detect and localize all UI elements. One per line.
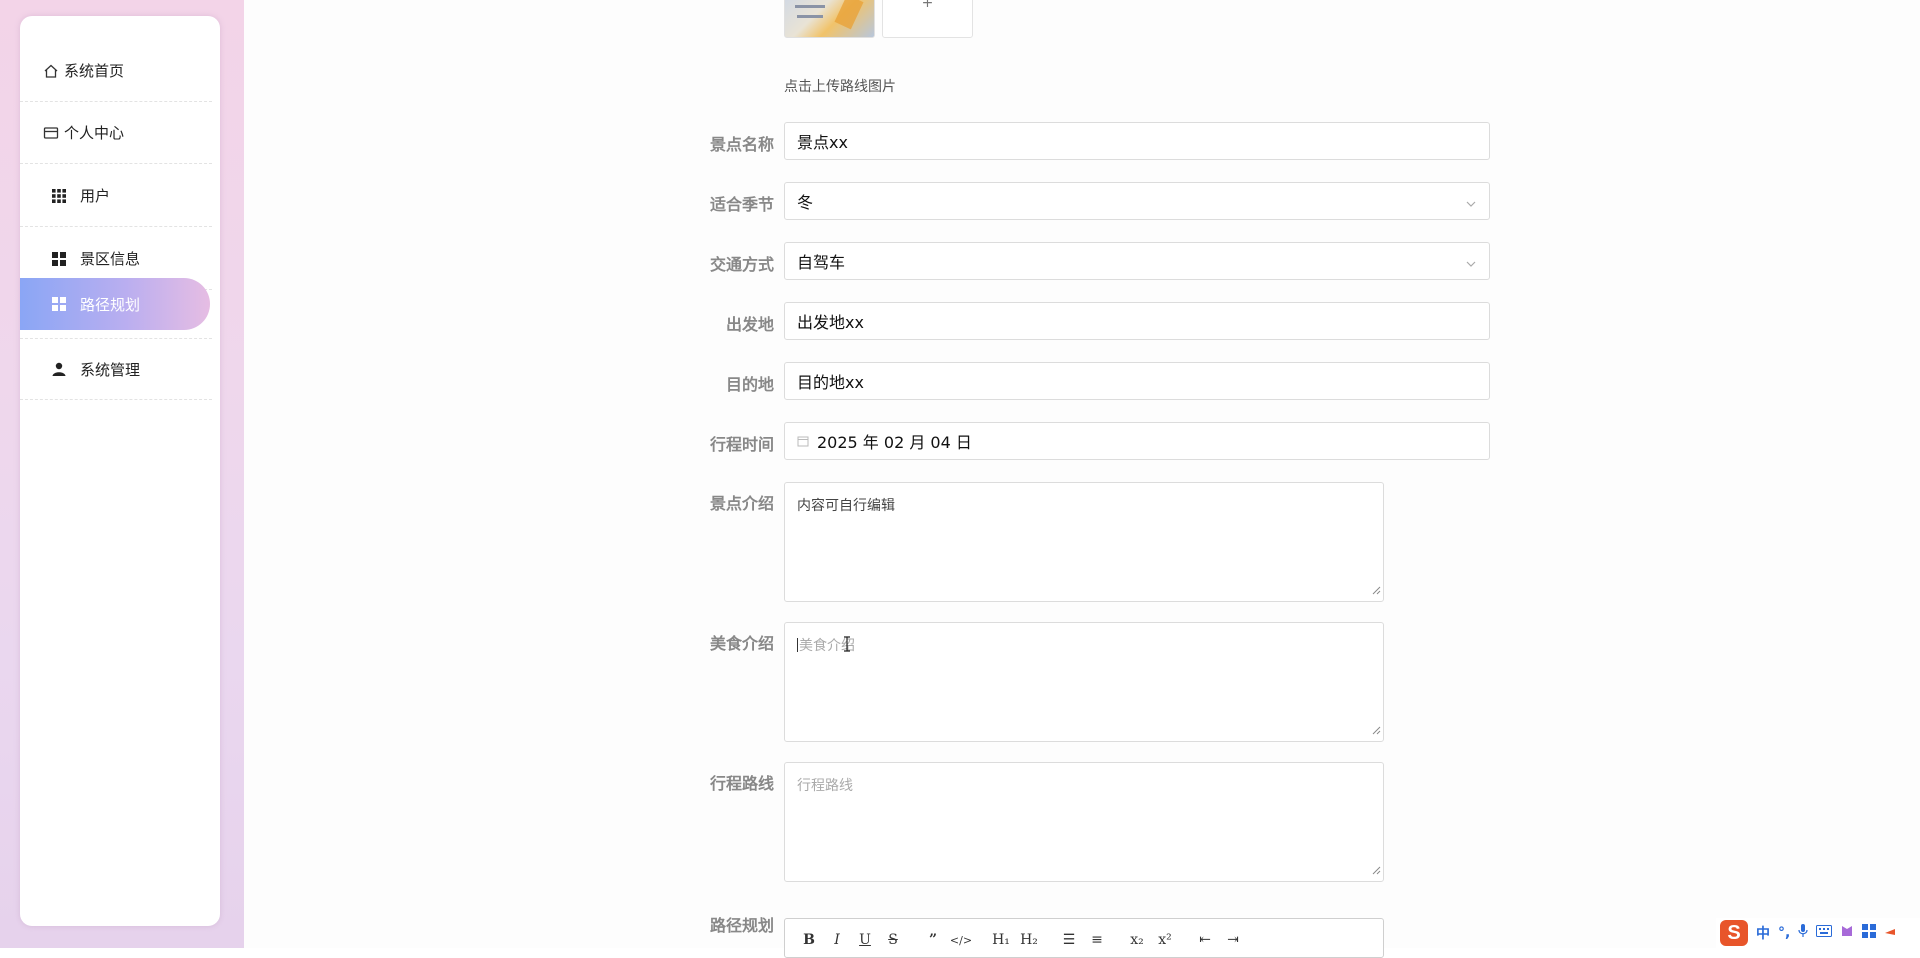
field-label: 景点名称 bbox=[654, 131, 774, 155]
upload-hint: 点击上传路线图片 bbox=[784, 76, 896, 96]
field-label: 行程路线 bbox=[654, 770, 774, 794]
sidebar-item-label: 系统管理 bbox=[80, 359, 140, 380]
main-content: + 点击上传路线图片 景点名称 景点xx 适合季节 冬 交通方式 自驾车 出发地 bbox=[244, 0, 1920, 948]
rich-text-toolbar: B I U S ” </> H₁ H₂ ☰ ≡ x₂ x² ⇤ ⇥ bbox=[784, 918, 1384, 958]
input-value: 目的地xx bbox=[797, 369, 864, 393]
subscript-button[interactable]: x₂ bbox=[1125, 931, 1149, 949]
more-icon[interactable] bbox=[1884, 925, 1896, 941]
bold-button[interactable]: B bbox=[797, 931, 821, 949]
sidebar-item-label: 路径规划 bbox=[80, 294, 140, 315]
user-icon bbox=[50, 360, 68, 378]
keyboard-icon[interactable] bbox=[1816, 925, 1832, 941]
sogou-logo-icon[interactable]: S bbox=[1720, 920, 1748, 946]
chevron-down-icon bbox=[1465, 255, 1477, 274]
plus-icon: + bbox=[922, 0, 934, 11]
italic-button[interactable]: I bbox=[825, 931, 849, 949]
field-label: 景点介绍 bbox=[654, 490, 774, 514]
bullet-list-button[interactable]: ≡ bbox=[1085, 931, 1109, 949]
ime-toolbar[interactable]: S 中 °, bbox=[1716, 918, 1920, 948]
sidebar-item-system-admin[interactable]: 系统管理 bbox=[20, 338, 212, 400]
trip-time-datepicker[interactable]: 2025 年 02 月 04 日 bbox=[784, 422, 1490, 460]
sidebar-item-home[interactable]: 系统首页 bbox=[20, 40, 212, 102]
trip-route-textarea[interactable]: 行程路线 bbox=[784, 762, 1384, 882]
resize-handle-icon[interactable] bbox=[1371, 583, 1381, 599]
grid-icon bbox=[50, 187, 68, 205]
food-intro-textarea[interactable]: 美食介绍 bbox=[784, 622, 1384, 742]
sidebar-item-label: 个人中心 bbox=[64, 122, 124, 143]
transport-select[interactable]: 自驾车 bbox=[784, 242, 1490, 280]
field-label: 出发地 bbox=[654, 311, 774, 335]
input-value: 景点xx bbox=[797, 129, 848, 153]
upload-add-button[interactable]: + bbox=[882, 0, 973, 38]
apps-icon bbox=[50, 250, 68, 268]
h2-button[interactable]: H₂ bbox=[1017, 931, 1041, 949]
scenic-name-input[interactable]: 景点xx bbox=[784, 122, 1490, 160]
punctuation-icon[interactable]: °, bbox=[1778, 925, 1790, 941]
select-value: 冬 bbox=[797, 189, 813, 213]
date-value: 2025 年 02 月 04 日 bbox=[817, 429, 972, 453]
code-button[interactable]: </> bbox=[949, 931, 973, 949]
quote-button[interactable]: ” bbox=[921, 931, 945, 949]
field-label: 交通方式 bbox=[654, 251, 774, 275]
text-caret bbox=[797, 638, 798, 652]
sidebar-item-profile[interactable]: 个人中心 bbox=[20, 102, 212, 164]
sidebar-item-label: 景区信息 bbox=[80, 248, 140, 269]
ibeam-cursor-icon bbox=[843, 636, 851, 656]
sidebar-item-route-planning[interactable]: 路径规划 bbox=[20, 278, 210, 330]
microphone-icon[interactable] bbox=[1798, 924, 1808, 942]
resize-handle-icon[interactable] bbox=[1371, 723, 1381, 739]
indent-button[interactable]: ⇥ bbox=[1221, 931, 1245, 949]
calendar-icon bbox=[797, 432, 809, 451]
textarea-value: 内容可自行编辑 bbox=[797, 498, 895, 514]
field-label: 适合季节 bbox=[654, 191, 774, 215]
scenic-intro-textarea[interactable]: 内容可自行编辑 bbox=[784, 482, 1384, 602]
resize-handle-icon[interactable] bbox=[1371, 863, 1381, 879]
field-label: 行程时间 bbox=[654, 431, 774, 455]
sidebar-item-label: 系统首页 bbox=[64, 60, 124, 81]
skin-icon[interactable] bbox=[1840, 924, 1854, 942]
season-select[interactable]: 冬 bbox=[784, 182, 1490, 220]
sidebar: 系统首页 个人中心 用户 景区信息 路径规划 系统管理 bbox=[20, 16, 220, 926]
field-label: 路径规划 bbox=[654, 912, 774, 936]
apps-icon bbox=[50, 295, 68, 313]
outdent-button[interactable]: ⇤ bbox=[1193, 931, 1217, 949]
underline-button[interactable]: U bbox=[853, 931, 877, 949]
sidebar-item-users[interactable]: 用户 bbox=[20, 165, 212, 227]
input-value: 出发地xx bbox=[797, 309, 864, 333]
route-image-thumbnail[interactable] bbox=[784, 0, 875, 38]
home-icon bbox=[42, 62, 60, 80]
field-label: 目的地 bbox=[654, 371, 774, 395]
toolbox-icon[interactable] bbox=[1862, 924, 1876, 942]
textarea-placeholder: 行程路线 bbox=[797, 778, 853, 794]
destination-input[interactable]: 目的地xx bbox=[784, 362, 1490, 400]
sidebar-item-label: 用户 bbox=[80, 185, 110, 206]
superscript-button[interactable]: x² bbox=[1153, 931, 1177, 949]
departure-input[interactable]: 出发地xx bbox=[784, 302, 1490, 340]
ime-lang-toggle[interactable]: 中 bbox=[1756, 923, 1770, 943]
strike-button[interactable]: S bbox=[881, 931, 905, 949]
select-value: 自驾车 bbox=[797, 249, 845, 273]
id-card-icon bbox=[42, 124, 60, 142]
ordered-list-button[interactable]: ☰ bbox=[1057, 931, 1081, 949]
field-label: 美食介绍 bbox=[654, 630, 774, 654]
h1-button[interactable]: H₁ bbox=[989, 931, 1013, 949]
chevron-down-icon bbox=[1465, 195, 1477, 214]
